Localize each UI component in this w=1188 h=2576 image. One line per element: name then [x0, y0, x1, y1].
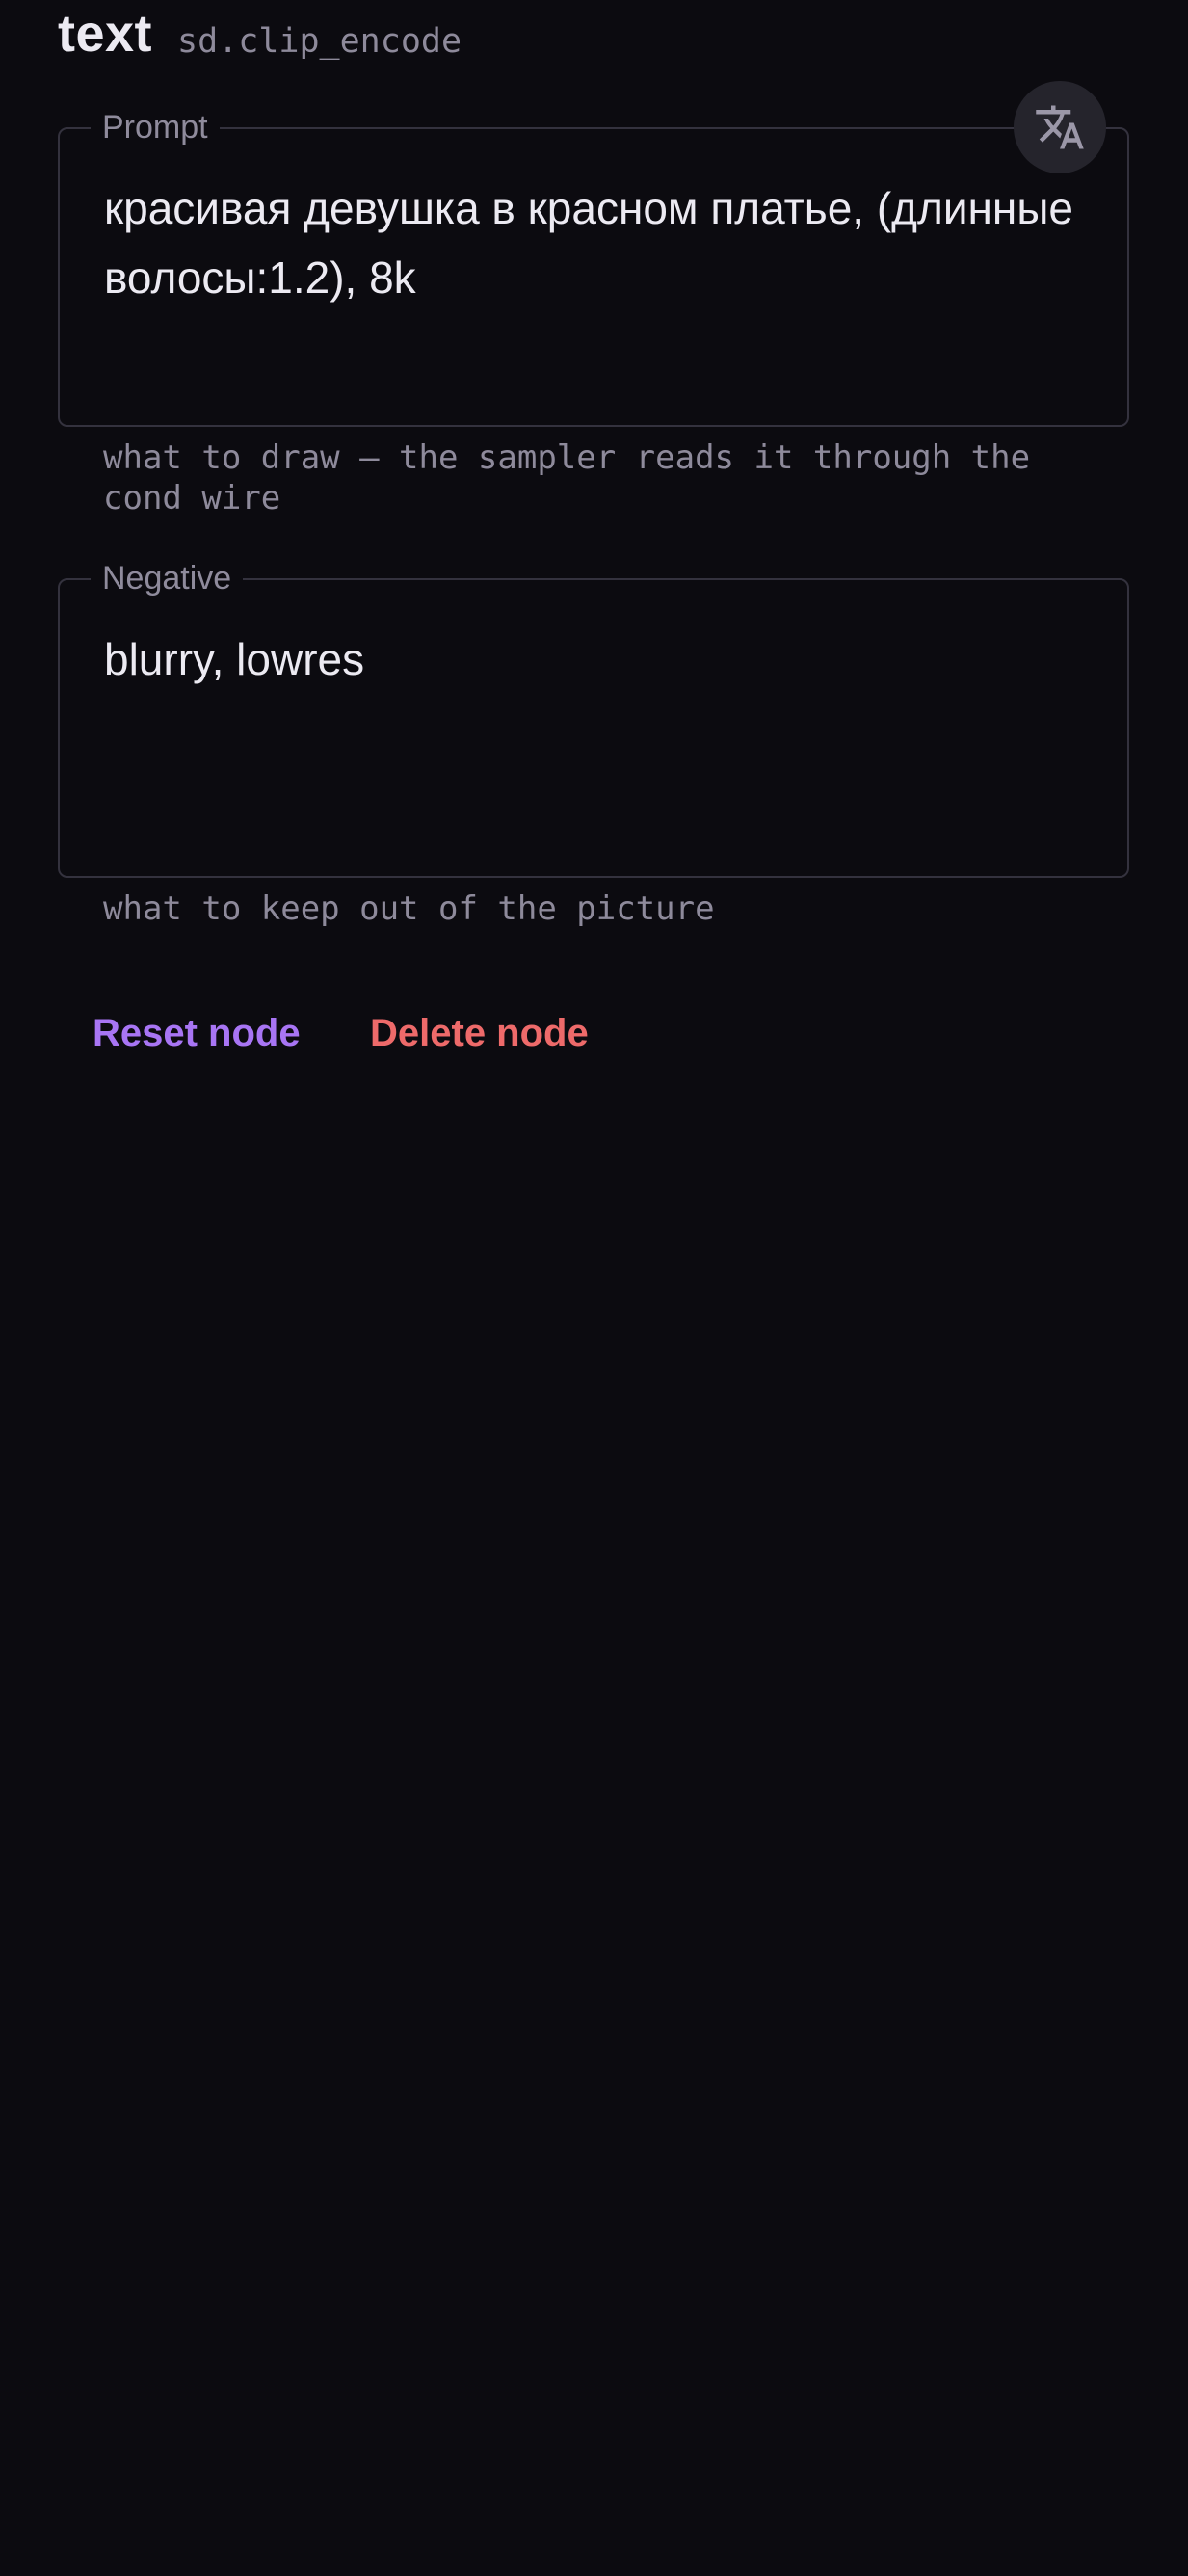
translate-button[interactable]	[1014, 81, 1106, 173]
translate-icon	[1036, 105, 1084, 149]
prompt-field[interactable]: Prompt красивая девушка в красном платье…	[58, 108, 1129, 427]
prompt-helper-text: what to draw — the sampler reads it thro…	[103, 438, 1050, 518]
prompt-input[interactable]: красивая девушка в красном платье, (длин…	[104, 173, 1089, 312]
node-header: text sd.clip_encode	[58, 0, 462, 67]
prompt-label: Prompt	[91, 108, 220, 146]
negative-input[interactable]: blurry, lowres	[104, 624, 1089, 694]
node-title: text	[58, 5, 153, 63]
negative-label: Negative	[91, 559, 244, 598]
delete-node-button[interactable]: Delete node	[370, 1006, 589, 1060]
node-type-label: sd.clip_encode	[177, 22, 462, 61]
negative-field[interactable]: Negative blurry, lowres	[58, 559, 1129, 878]
reset-node-button[interactable]: Reset node	[92, 1006, 301, 1060]
negative-helper-text: what to keep out of the picture	[103, 890, 715, 928]
